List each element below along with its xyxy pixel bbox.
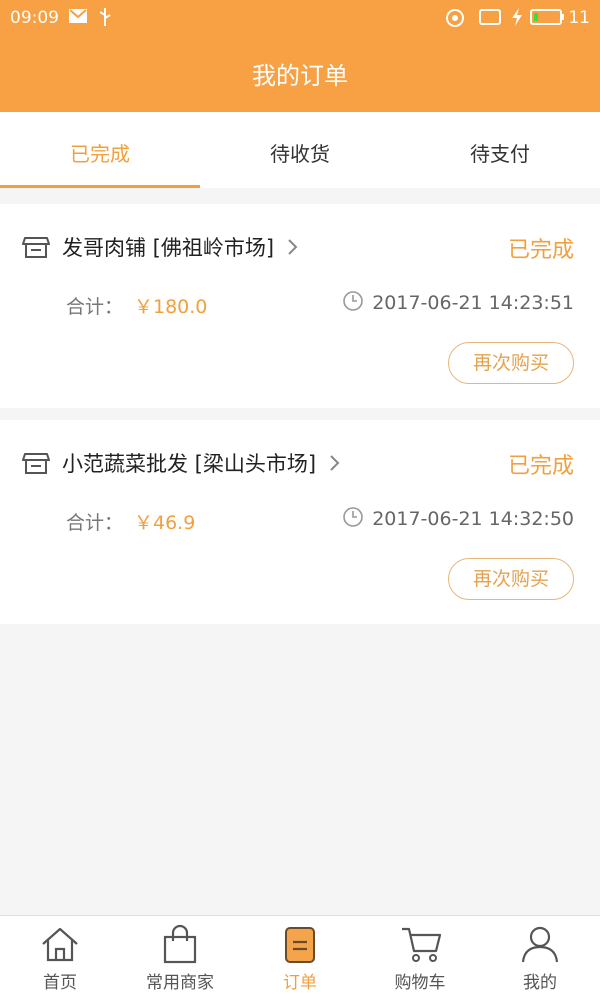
total-amount: ￥180.0 [134, 296, 208, 318]
total-amount: ￥46.9 [134, 512, 196, 534]
rebuy-button[interactable]: 再次购买 [448, 342, 574, 384]
screen-rotate-icon [478, 7, 502, 32]
battery-icon [530, 7, 566, 32]
order-icon [285, 927, 315, 963]
home-icon [42, 927, 78, 962]
mail-icon [68, 7, 88, 30]
order-time: 2017-06-21 14:32:50 [372, 508, 574, 530]
nav-profile[interactable]: 我的 [480, 916, 600, 1000]
order-status: 已完成 [507, 454, 574, 479]
top-bar: 09:09 11 我的订单 [0, 0, 600, 112]
store-icon [22, 234, 50, 264]
cart-icon [402, 927, 442, 962]
clock-icon [342, 506, 364, 532]
nav-orders[interactable]: 订单 [240, 916, 360, 1000]
tab-to-receive[interactable]: 待收货 [200, 112, 400, 188]
tab-completed[interactable]: 已完成 [0, 112, 200, 188]
bag-icon [163, 924, 197, 964]
usb-icon [98, 7, 112, 32]
total-label: 合计： [66, 296, 124, 318]
notification-icon [444, 7, 466, 34]
order-tabs: 已完成 待收货 待支付 [0, 112, 600, 188]
total-label: 合计： [66, 512, 124, 534]
bottom-nav: 首页 常用商家 订单 购物车 我的 [0, 915, 600, 1000]
nav-favorite-stores[interactable]: 常用商家 [120, 916, 240, 1000]
rebuy-button[interactable]: 再次购买 [448, 558, 574, 600]
nav-cart[interactable]: 购物车 [360, 916, 480, 1000]
charging-icon [510, 7, 524, 32]
battery-level: 11 [568, 8, 590, 28]
nav-home[interactable]: 首页 [0, 916, 120, 1000]
chevron-right-icon [287, 237, 299, 262]
user-icon [521, 926, 559, 963]
page-title: 我的订单 [252, 62, 348, 90]
store-icon [22, 450, 50, 480]
order-card[interactable]: 小范蔬菜批发 [梁山头市场] 已完成 合计： ￥46.9 2017-06-21 … [0, 420, 600, 624]
clock-icon [342, 290, 364, 316]
order-card[interactable]: 发哥肉铺 [佛祖岭市场] 已完成 合计： ￥180.0 2017-06-21 1… [0, 204, 600, 408]
chevron-right-icon [329, 453, 341, 478]
tab-to-pay[interactable]: 待支付 [400, 112, 600, 188]
status-bar: 09:09 11 [0, 0, 600, 36]
orders-screen: 09:09 11 我的订单 已完成 待收货 待支付 发哥肉铺 [佛祖岭市场] 已… [0, 0, 600, 1000]
order-status: 已完成 [507, 238, 574, 263]
status-time: 09:09 [10, 8, 59, 28]
store-name-link[interactable]: 小范蔬菜批发 [梁山头市场] [62, 448, 341, 478]
order-time: 2017-06-21 14:23:51 [372, 292, 574, 314]
store-name-link[interactable]: 发哥肉铺 [佛祖岭市场] [62, 232, 299, 262]
